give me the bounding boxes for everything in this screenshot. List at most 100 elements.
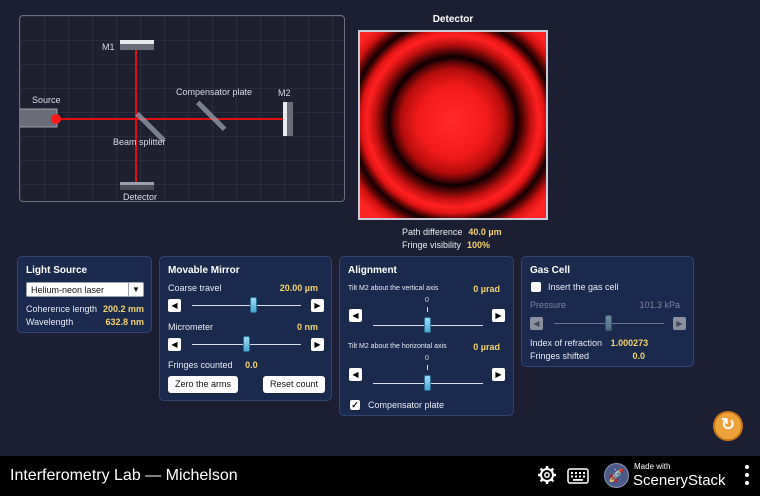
pressure-decrease-button[interactable]: ◀ — [530, 317, 543, 330]
detector-body — [120, 185, 154, 190]
coarse-slider-thumb[interactable] — [250, 297, 257, 313]
coherence-row: Coherence length 200.2 mm — [26, 304, 144, 314]
triangle-left-icon: ◀ — [533, 319, 540, 328]
tilt-vertical-label: Tilt M2 about the vertical axis — [348, 285, 439, 292]
tilt-horizontal-row: Tilt M2 about the horizontal axis 0 µrad — [348, 342, 500, 352]
movable-mirror-title: Movable Mirror — [168, 265, 240, 276]
triangle-left-icon: ◀ — [171, 301, 178, 310]
kebab-menu-button[interactable] — [740, 465, 754, 487]
tilt-horizontal-slider-thumb[interactable] — [424, 375, 431, 391]
micrometer-label: Micrometer — [168, 322, 214, 332]
navigation-bar: Interferometry Lab — Michelson 🚀 Made wi… — [0, 456, 760, 496]
reset-all-icon: ↻ — [720, 415, 736, 434]
tilt-horizontal-label: Tilt M2 about the horizontal axis — [348, 343, 447, 350]
detector-front — [120, 182, 154, 185]
keyboard-button[interactable] — [567, 468, 589, 489]
rocket-icon: 🚀 — [608, 468, 625, 483]
path-difference-readout: Path difference 40.0 µm — [402, 227, 502, 237]
refraction-label: Index of refraction — [530, 338, 603, 348]
keyboard-icon — [567, 468, 589, 484]
triangle-right-icon: ▶ — [676, 319, 683, 328]
reset-count-button[interactable]: Reset count — [263, 376, 325, 393]
m2-label: M2 — [278, 88, 291, 98]
mirror-m1-base — [120, 44, 154, 50]
tilt-horizontal-zero-label: 0 — [425, 355, 429, 362]
kebab-menu-icon-dot — [745, 473, 749, 477]
compensator-checkbox-label: Compensator plate — [368, 400, 445, 410]
fringe-visibility-value: 100% — [467, 240, 491, 250]
m1-label: M1 — [102, 42, 115, 52]
micrometer-decrease-button[interactable]: ◀ — [168, 338, 181, 351]
insert-gas-cell-label: Insert the gas cell — [548, 282, 619, 292]
mirror-m1 — [120, 40, 154, 44]
settings-button[interactable] — [537, 465, 557, 490]
detector-screen — [358, 30, 548, 220]
pressure-label: Pressure — [530, 300, 567, 310]
refraction-row: Index of refraction 1.000273 — [530, 338, 648, 348]
tilt-vertical-zero-label: 0 — [425, 297, 429, 304]
fringe-visibility-readout: Fringe visibility 100% — [402, 240, 490, 250]
interferometer-stage[interactable]: M1 M2 Source Compensator plate Beam spli… — [19, 15, 345, 202]
fringes-label: Fringes counted — [168, 360, 233, 370]
coherence-value: 200.2 mm — [102, 304, 144, 314]
light-source-select[interactable]: Helium-neon laser ▼ — [26, 282, 144, 297]
compensator-label: Compensator plate — [176, 87, 253, 97]
pressure-increase-button[interactable]: ▶ — [673, 317, 686, 330]
sim-title: Interferometry Lab — Michelson — [10, 467, 238, 484]
coarse-label: Coarse travel — [168, 283, 222, 293]
source-emitter — [51, 114, 61, 124]
micrometer-value: 0 nm — [296, 322, 318, 332]
insert-gas-cell-checkbox[interactable] — [531, 282, 541, 292]
pressure-row: Pressure 101.3 kPa — [530, 300, 680, 310]
alignment-title: Alignment — [348, 265, 397, 276]
triangle-left-icon: ◀ — [171, 340, 178, 349]
kebab-menu-icon-dot — [745, 481, 749, 485]
triangle-right-icon: ▶ — [314, 301, 321, 310]
tilt-horizontal-decrease-button[interactable]: ◀ — [349, 368, 362, 381]
pressure-value: 101.3 kPa — [639, 300, 680, 310]
mirror-m2-base — [287, 102, 293, 136]
fringes-row: Fringes counted 0.0 — [168, 360, 258, 370]
gas-cell-title: Gas Cell — [530, 265, 571, 276]
tilt-vertical-slider-thumb[interactable] — [424, 317, 431, 333]
reset-all-button[interactable]: ↻ — [713, 411, 743, 441]
triangle-left-icon: ◀ — [352, 311, 359, 320]
coherence-label: Coherence length — [26, 304, 98, 314]
scenerystack-logo[interactable]: 🚀 — [604, 463, 629, 488]
path-difference-label: Path difference — [402, 227, 463, 237]
interferometer-diagram — [20, 40, 293, 190]
compensator-checkbox[interactable]: ✓ — [350, 400, 360, 410]
source-label: Source — [32, 95, 61, 105]
micrometer-increase-button[interactable]: ▶ — [311, 338, 324, 351]
tilt-vertical-decrease-button[interactable]: ◀ — [349, 309, 362, 322]
coarse-decrease-button[interactable]: ◀ — [168, 299, 181, 312]
wavelength-value: 632.8 nm — [105, 317, 144, 327]
triangle-left-icon: ◀ — [352, 370, 359, 379]
detector-label: Detector — [123, 192, 158, 202]
path-difference-value: 40.0 µm — [468, 227, 502, 237]
detector-title: Detector — [432, 14, 474, 25]
alignment-panel: Alignment Tilt M2 about the vertical axi… — [339, 256, 514, 416]
movable-mirror-panel: Movable Mirror Coarse travel 20.00 µm ◀ … — [159, 256, 332, 401]
coarse-increase-button[interactable]: ▶ — [311, 299, 324, 312]
chevron-down-icon: ▼ — [128, 283, 143, 296]
brand-label: SceneryStack — [633, 472, 726, 489]
micrometer-slider-thumb[interactable] — [243, 336, 250, 352]
checkmark-icon: ✓ — [351, 400, 359, 410]
triangle-right-icon: ▶ — [495, 311, 502, 320]
tilt-horizontal-value: 0 µrad — [473, 342, 500, 352]
wavelength-label: Wavelength — [26, 317, 74, 327]
kebab-menu-icon — [745, 465, 749, 469]
tilt-horizontal-increase-button[interactable]: ▶ — [492, 368, 505, 381]
micrometer-row: Micrometer 0 nm — [168, 322, 318, 332]
zero-arms-button[interactable]: Zero the arms — [168, 376, 238, 393]
light-source-selected: Helium-neon laser — [31, 285, 105, 295]
mirror-m2 — [283, 102, 287, 136]
shifted-value: 0.0 — [632, 351, 645, 361]
tilt-vertical-increase-button[interactable]: ▶ — [492, 309, 505, 322]
pressure-slider-thumb[interactable] — [605, 315, 612, 331]
coarse-slider-track[interactable] — [192, 305, 301, 306]
triangle-right-icon: ▶ — [314, 340, 321, 349]
triangle-right-icon: ▶ — [495, 370, 502, 379]
light-source-title: Light Source — [26, 265, 88, 276]
